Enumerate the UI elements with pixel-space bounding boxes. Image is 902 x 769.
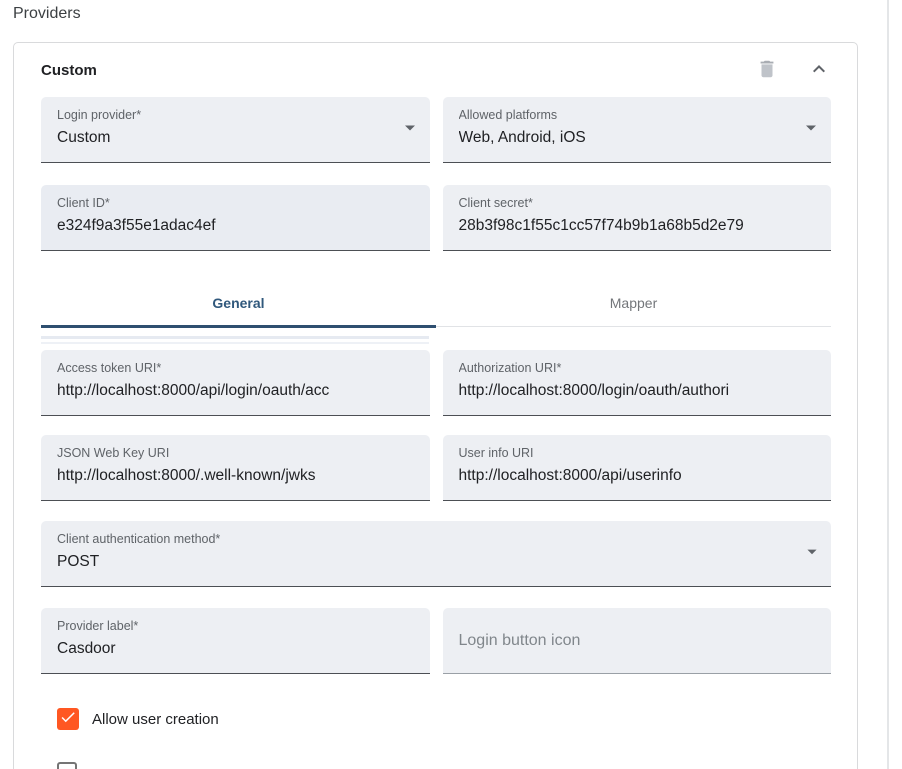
client-secret-label: Client secret* — [459, 196, 794, 211]
access-token-uri-field[interactable]: Access token URI* http://localhost:8000/… — [41, 350, 430, 416]
user-info-uri-value: http://localhost:8000/api/userinfo — [459, 466, 794, 486]
allow-user-creation-row: Allow user creation — [57, 708, 831, 730]
collapse-panel-button[interactable] — [807, 58, 831, 82]
access-token-uri-value: http://localhost:8000/api/login/oauth/ac… — [57, 381, 392, 401]
client-auth-method-label: Client authentication method* — [57, 532, 793, 547]
access-token-uri-label: Access token URI* — [57, 361, 392, 376]
provider-label-value: Casdoor — [57, 639, 392, 659]
json-web-key-uri-value: http://localhost:8000/.well-known/jwks — [57, 466, 392, 486]
user-info-uri-label: User info URI — [459, 446, 794, 461]
allowed-platforms-select[interactable]: Allowed platforms Web, Android, iOS — [443, 97, 832, 163]
page-title: Providers — [13, 5, 902, 23]
checkmark-icon — [59, 708, 77, 731]
right-edge-divider — [887, 0, 889, 769]
dropdown-arrow-icon — [801, 540, 823, 567]
dropdown-arrow-icon — [799, 115, 823, 144]
tab-general-label: General — [212, 295, 264, 311]
form-row-auth-method: Client authentication method* POST — [41, 521, 831, 587]
allow-user-creation-checkbox[interactable] — [57, 708, 79, 730]
header-actions — [755, 58, 831, 82]
login-provider-select[interactable]: Login provider* Custom — [41, 97, 430, 163]
provider-label-label: Provider label* — [57, 619, 392, 634]
provider-card-header: Custom — [41, 43, 831, 97]
client-id-value: e324f9a3f55e1adac4ef — [57, 216, 392, 236]
chevron-up-icon — [807, 57, 831, 84]
login-button-icon-field[interactable]: Login button icon — [443, 608, 832, 674]
provider-name-title: Custom — [41, 62, 97, 79]
form-row-client: Client ID* e324f9a3f55e1adac4ef Client s… — [41, 185, 831, 251]
authorization-uri-label: Authorization URI* — [459, 361, 794, 376]
active-tab-indicator — [41, 325, 436, 328]
clipped-checkbox[interactable] — [57, 762, 77, 769]
client-id-field[interactable]: Client ID* e324f9a3f55e1adac4ef — [41, 185, 430, 251]
tab-bar: General Mapper — [41, 279, 831, 327]
form-row-token-uris: Access token URI* http://localhost:8000/… — [41, 350, 831, 416]
scrolled-field-remnant — [41, 327, 831, 344]
user-info-uri-field[interactable]: User info URI http://localhost:8000/api/… — [443, 435, 832, 501]
login-button-icon-label: Login button icon — [459, 632, 581, 650]
login-provider-label: Login provider* — [57, 108, 392, 123]
json-web-key-uri-field[interactable]: JSON Web Key URI http://localhost:8000/.… — [41, 435, 430, 501]
json-web-key-uri-label: JSON Web Key URI — [57, 446, 392, 461]
provider-card: Custom Login provider* — [13, 42, 858, 769]
form-row-provider: Login provider* Custom Allowed platforms… — [41, 97, 831, 163]
form-row-info-uris: JSON Web Key URI http://localhost:8000/.… — [41, 435, 831, 501]
client-secret-value: 28b3f98c1f55c1cc57f74b9b1a68b5d2e79 — [459, 216, 794, 236]
client-id-label: Client ID* — [57, 196, 392, 211]
login-provider-value: Custom — [57, 128, 392, 148]
dropdown-arrow-icon — [398, 115, 422, 144]
client-secret-field[interactable]: Client secret* 28b3f98c1f55c1cc57f74b9b1… — [443, 185, 832, 251]
provider-label-field[interactable]: Provider label* Casdoor — [41, 608, 430, 674]
authorization-uri-field[interactable]: Authorization URI* http://localhost:8000… — [443, 350, 832, 416]
client-auth-method-select[interactable]: Client authentication method* POST — [41, 521, 831, 587]
trash-icon — [756, 58, 778, 83]
delete-provider-button[interactable] — [755, 58, 779, 82]
allowed-platforms-label: Allowed platforms — [459, 108, 794, 123]
form-row-label-icon: Provider label* Casdoor Login button ico… — [41, 608, 831, 674]
allow-user-creation-label: Allow user creation — [92, 711, 219, 728]
clipped-checkbox-row — [57, 762, 831, 769]
tab-mapper[interactable]: Mapper — [436, 279, 831, 326]
authorization-uri-value: http://localhost:8000/login/oauth/author… — [459, 381, 794, 401]
tab-mapper-label: Mapper — [610, 295, 657, 311]
allowed-platforms-value: Web, Android, iOS — [459, 128, 794, 148]
tab-general[interactable]: General — [41, 279, 436, 326]
client-auth-method-value: POST — [57, 552, 793, 572]
